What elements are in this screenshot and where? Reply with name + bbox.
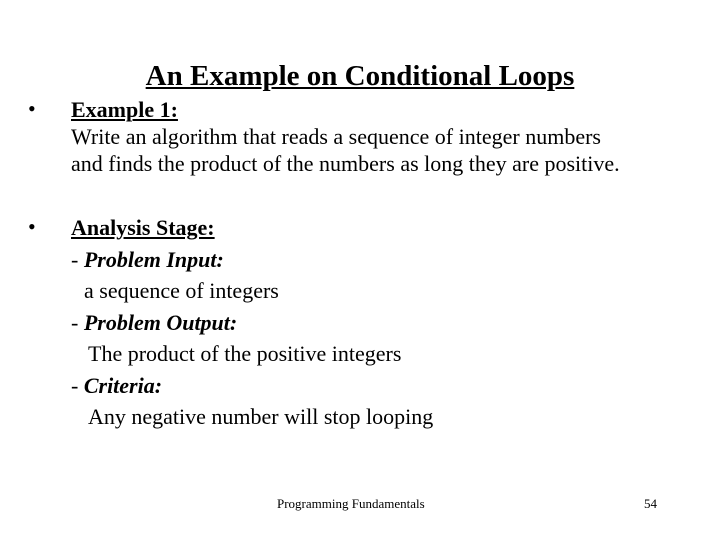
criteria-value: Any negative number will stop looping [88, 404, 434, 429]
criteria-label: Criteria: [83, 373, 163, 398]
problem-input-value: a sequence of integers [84, 278, 279, 303]
problem-input-item: - Problem Input: [71, 247, 224, 273]
example-text-line: and finds the product of the numbers as … [71, 151, 620, 176]
bullet-icon: • [28, 96, 36, 121]
analysis-heading: Analysis Stage: [71, 215, 215, 240]
bullet-icon: • [28, 214, 36, 239]
criteria-item: - Criteria: [71, 373, 162, 399]
problem-output-label: Problem Output: [83, 310, 238, 335]
example-heading: Example 1: [71, 97, 178, 122]
dash: - [71, 310, 84, 335]
example-text-line: Write an algorithm that reads a sequence… [71, 124, 601, 149]
footer-text: Programming Fundamentals [277, 496, 425, 511]
problem-input-label: Problem Input: [83, 247, 224, 272]
page-number: 54 [644, 496, 657, 511]
slide: An Example on Conditional Loops • Exampl… [0, 0, 720, 540]
problem-output-value: The product of the positive integers [88, 341, 402, 366]
slide-title: An Example on Conditional Loops [145, 60, 575, 92]
problem-output-item: - Problem Output: [71, 310, 237, 336]
dash: - [71, 247, 84, 272]
dash: - [71, 373, 84, 398]
